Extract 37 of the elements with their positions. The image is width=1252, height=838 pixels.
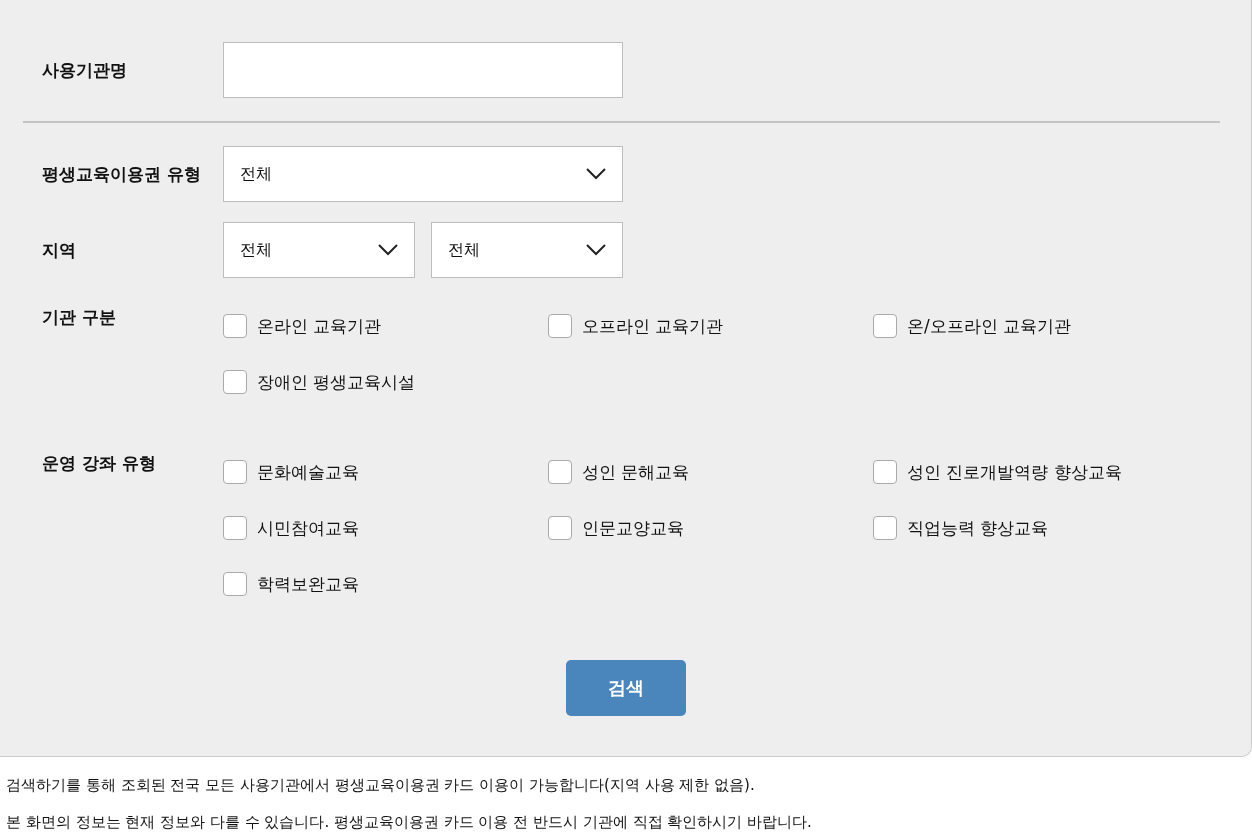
checkbox[interactable]	[223, 572, 247, 596]
field-label: 지역	[42, 238, 77, 262]
checkbox[interactable]	[873, 314, 897, 338]
checkbox[interactable]	[873, 516, 897, 540]
checkbox-label: 온라인 교육기관	[257, 314, 382, 338]
chevron-down-icon	[586, 168, 606, 180]
dropdown[interactable]: 전체	[431, 222, 623, 278]
checkbox-label: 오프라인 교육기관	[582, 314, 724, 338]
checkbox[interactable]	[548, 314, 572, 338]
dropdown[interactable]: 전체	[223, 146, 623, 202]
checkbox[interactable]	[223, 314, 247, 338]
checkbox[interactable]	[548, 460, 572, 484]
checkbox-label: 시민참여교육	[257, 516, 359, 540]
search-button[interactable]: 검색	[565, 660, 686, 716]
checkbox[interactable]	[873, 460, 897, 484]
chevron-down-icon	[586, 244, 606, 256]
checkbox-label: 직업능력 향상교육	[907, 516, 1049, 540]
notice-text: 검색하기를 통해 조회된 전국 모든 사용기관에서 평생교육이용권 카드 이용이 가능합니다(지역 사용 제한 없음).	[6, 775, 756, 796]
notice-text: 본 화면의 정보는 현재 정보와 다를 수 있습니다. 평생교육이용권 카드 이용 전 반드시 기관에 직접 확인하시기 바랍니다.	[6, 812, 813, 833]
field-label: 평생교육이용권 유형	[42, 162, 202, 186]
checkbox-label: 인문교양교육	[582, 516, 684, 540]
checkbox-label: 문화예술교육	[257, 460, 359, 484]
checkbox[interactable]	[548, 516, 572, 540]
checkbox-label: 학력보완교육	[257, 572, 359, 596]
checkbox[interactable]	[223, 516, 247, 540]
checkbox[interactable]	[223, 370, 247, 394]
group-label: 운영 강좌 유형	[42, 452, 157, 475]
field-label: 사용기관명	[42, 58, 128, 82]
checkbox-label: 성인 문해교육	[582, 460, 690, 484]
checkbox-label: 장애인 평생교육시설	[257, 370, 416, 394]
group-label: 기관 구분	[42, 306, 117, 329]
checkbox-label: 온/오프라인 교육기관	[907, 314, 1072, 338]
checkbox[interactable]	[223, 460, 247, 484]
chevron-down-icon	[378, 244, 398, 256]
input-field[interactable]	[223, 42, 623, 98]
dropdown[interactable]: 전체	[223, 222, 415, 278]
checkbox-label: 성인 진로개발역량 향상교육	[907, 460, 1122, 484]
